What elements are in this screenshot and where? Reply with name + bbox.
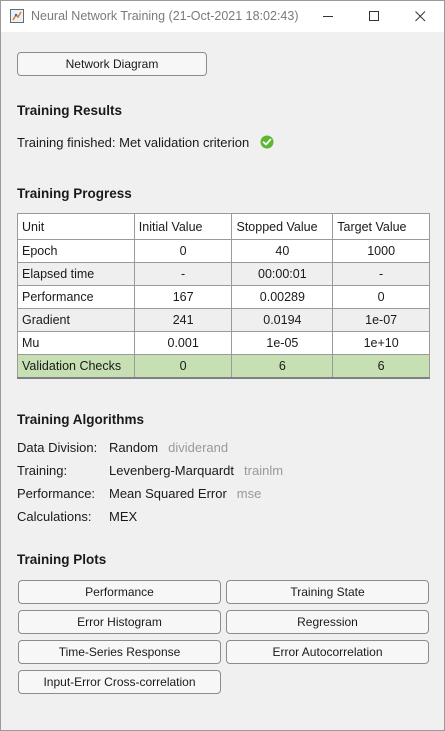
row-target-value: 1000 [332, 239, 430, 263]
plot-error-autocorrelation-button[interactable]: Error Autocorrelation [226, 640, 429, 664]
row-unit: Performance [17, 285, 135, 309]
column-header-stopped-value: Stopped Value [231, 213, 334, 240]
row-unit: Gradient [17, 308, 135, 332]
plot-regression-button[interactable]: Regression [226, 610, 429, 634]
maximize-icon [369, 11, 379, 21]
row-initial-value: 0.001 [133, 331, 233, 355]
row-target-value: 1e+10 [332, 331, 430, 355]
performance-function: mse [236, 486, 262, 501]
data-division-function: dividerand [168, 440, 229, 455]
training-value: Levenberg-Marquardt trainlm [109, 463, 283, 478]
row-initial-value: 241 [133, 308, 233, 332]
row-target-value: 0 [332, 285, 430, 309]
window-title: Neural Network Training (21-Oct-2021 18:… [31, 9, 299, 23]
table-header-row: Unit Initial Value Stopped Value Target … [17, 213, 430, 240]
training-progress-table: Unit Initial Value Stopped Value Target … [17, 213, 430, 379]
row-stopped-value: 00:00:01 [231, 262, 334, 286]
training-label: Training: [17, 463, 68, 478]
training-window: Neural Network Training (21-Oct-2021 18:… [0, 0, 445, 731]
table-row-elapsed-time: Elapsed time - 00:00:01 - [17, 262, 430, 286]
row-stopped-value: 40 [231, 239, 334, 263]
plot-error-histogram-button[interactable]: Error Histogram [18, 610, 221, 634]
row-unit: Mu [17, 331, 135, 355]
row-initial-value: 0 [133, 239, 233, 263]
table-row-gradient: Gradient 241 0.0194 1e-07 [17, 308, 430, 332]
column-header-target-value: Target Value [332, 213, 430, 240]
performance-label: Performance: [17, 486, 96, 501]
training-algorithms-heading: Training Algorithms [17, 412, 145, 427]
plot-performance-button[interactable]: Performance [18, 580, 221, 604]
row-target-value: 1e-07 [332, 308, 430, 332]
data-division-method: Random [109, 440, 159, 455]
close-button[interactable] [398, 1, 444, 32]
title-bar[interactable]: Neural Network Training (21-Oct-2021 18:… [1, 1, 444, 32]
network-diagram-button[interactable]: Network Diagram [17, 52, 207, 76]
maximize-button[interactable] [352, 1, 398, 32]
training-results-heading: Training Results [17, 103, 123, 118]
calculations-value: MEX [109, 509, 137, 524]
minimize-button[interactable] [306, 1, 352, 32]
data-division-value: Random dividerand [109, 440, 228, 455]
column-header-initial-value: Initial Value [133, 213, 233, 240]
check-circle-icon [260, 135, 274, 149]
close-icon [415, 11, 426, 22]
performance-value: Mean Squared Error mse [109, 486, 261, 501]
row-initial-value: - [133, 262, 233, 286]
column-header-unit: Unit [17, 213, 135, 240]
training-function: trainlm [244, 463, 284, 478]
row-target-value: 6 [332, 354, 430, 379]
training-method: Levenberg-Marquardt [109, 463, 235, 478]
table-row-validation-checks: Validation Checks 0 6 6 [17, 354, 430, 379]
row-stopped-value: 0.0194 [231, 308, 334, 332]
data-division-label: Data Division: [17, 440, 98, 455]
row-unit: Epoch [17, 239, 135, 263]
app-icon [10, 9, 24, 23]
table-row-performance: Performance 167 0.00289 0 [17, 285, 430, 309]
calculations-method: MEX [109, 509, 138, 524]
table-row-epoch: Epoch 0 40 1000 [17, 239, 430, 263]
training-status-text: Training finished: Met validation criter… [17, 135, 250, 150]
plot-input-error-cross-correlation-button[interactable]: Input-Error Cross-correlation [18, 670, 221, 694]
calculations-label: Calculations: [17, 509, 92, 524]
training-progress-heading: Training Progress [17, 186, 132, 201]
training-plots-heading: Training Plots [17, 552, 107, 567]
minimize-icon [323, 16, 333, 17]
table-row-mu: Mu 0.001 1e-05 1e+10 [17, 331, 430, 355]
row-unit: Validation Checks [17, 354, 135, 379]
row-stopped-value: 0.00289 [231, 285, 334, 309]
performance-method: Mean Squared Error [109, 486, 227, 501]
plot-time-series-response-button[interactable]: Time-Series Response [18, 640, 221, 664]
row-unit: Elapsed time [17, 262, 135, 286]
plot-training-state-button[interactable]: Training State [226, 580, 429, 604]
row-stopped-value: 1e-05 [231, 331, 334, 355]
row-initial-value: 0 [133, 354, 233, 379]
row-initial-value: 167 [133, 285, 233, 309]
row-stopped-value: 6 [231, 354, 334, 379]
row-target-value: - [332, 262, 430, 286]
